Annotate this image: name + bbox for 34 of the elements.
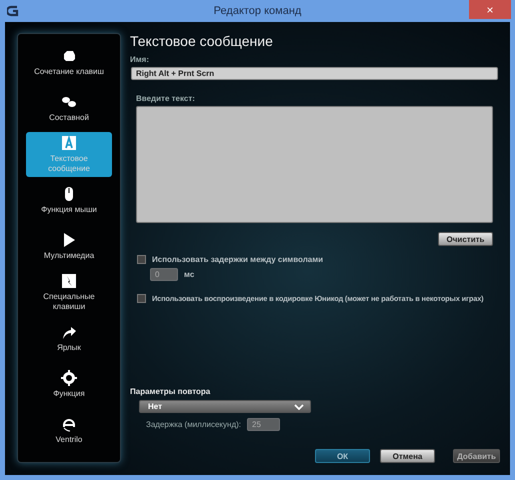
keys-icon: [61, 94, 77, 110]
repeat-dropdown[interactable]: Нет: [139, 400, 311, 413]
close-button[interactable]: ×: [469, 0, 511, 19]
key-icon: [61, 48, 77, 64]
checkbox-label: Использовать задержки между символами: [152, 255, 324, 264]
editor-title: Текстовое сообщение: [130, 33, 274, 49]
text-label: Введите текст:: [136, 94, 195, 103]
checkbox[interactable]: [137, 294, 146, 303]
text-field[interactable]: [136, 106, 493, 223]
sidebar-item[interactable]: Составной: [26, 86, 112, 131]
logo-icon: [7, 5, 19, 17]
lightning-icon: [61, 273, 77, 289]
dialog-button[interactable]: Отмена: [380, 449, 435, 463]
sidebar-item[interactable]: Функция: [26, 362, 112, 407]
arrow-icon: [61, 324, 77, 340]
sidebar-item[interactable]: Сочетание клавиш: [26, 40, 112, 85]
gear-icon: [61, 370, 77, 386]
chevron-icon: [294, 404, 304, 410]
play-icon: [61, 232, 77, 248]
sidebar-item[interactable]: Мультимедиа: [26, 224, 112, 269]
sidebar-item[interactable]: Функция мыши: [26, 178, 112, 223]
checkbox[interactable]: [137, 255, 146, 264]
name-field[interactable]: Right Alt + Prnt Scrn: [131, 67, 498, 80]
unit-label: мс: [184, 270, 194, 279]
name-label: Имя:: [130, 55, 149, 64]
delay-label: Задержка (миллисекунд):: [146, 420, 241, 429]
sidebar-item[interactable]: Специальные клавиши: [26, 270, 112, 315]
window-title: Редактор команд: [212, 5, 302, 17]
repeat-title: Параметры повтора: [130, 387, 212, 396]
dialog-button[interactable]: ОК: [315, 449, 370, 463]
sidebar-item[interactable]: Ventrilo: [26, 408, 112, 453]
sidebar-item[interactable]: Ярлык: [26, 316, 112, 361]
letter-icon: [61, 135, 77, 151]
clear-button[interactable]: Очистить: [438, 232, 493, 246]
